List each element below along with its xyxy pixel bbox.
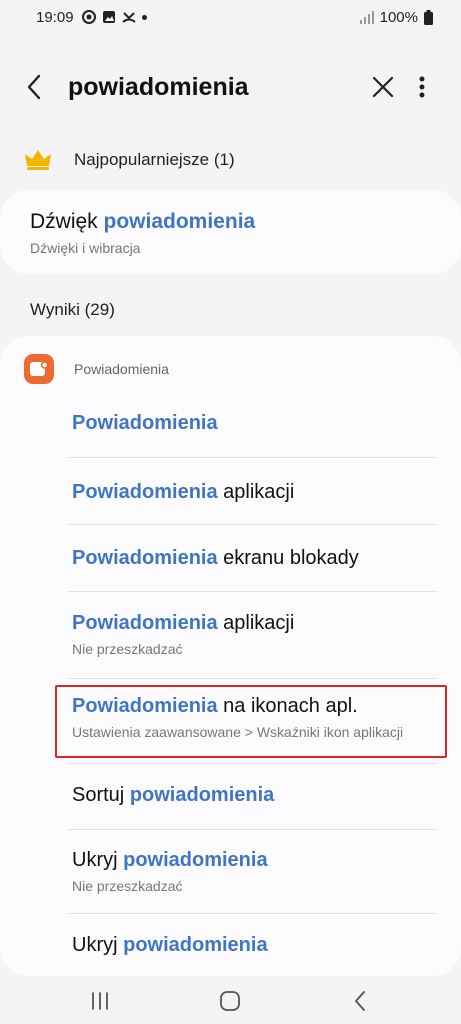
home-button[interactable] — [210, 986, 250, 1016]
notification-bubble-icon — [30, 362, 48, 376]
back-arrow-icon — [27, 74, 41, 100]
notification-icons — [81, 10, 147, 24]
popular-result-card[interactable]: Dźwięk powiadomienia Dźwięki i wibracja — [0, 190, 461, 274]
nav-back-icon — [355, 991, 365, 1011]
results-header: Wyniki (29) — [30, 300, 115, 319]
result-title-prefix: Ukryj — [72, 849, 124, 871]
divider — [68, 829, 438, 830]
status-bar: 19:09 100% — [0, 0, 461, 34]
result-item[interactable]: Powiadomienia ekranu blokady — [72, 547, 438, 570]
result-title-highlight: powiadomienia — [123, 849, 268, 871]
more-vert-icon — [419, 76, 425, 98]
result-title-highlight: Powiadomienia — [72, 612, 218, 634]
divider — [68, 678, 438, 679]
status-time: 19:09 — [36, 8, 74, 26]
battery-level: 100% — [379, 8, 418, 26]
popular-result-subtitle: Dźwięki i wibracja — [30, 240, 141, 256]
popular-result-title: Dźwięk powiadomienia — [30, 210, 255, 234]
result-title-rest: aplikacji — [217, 612, 295, 634]
result-item-highlighted[interactable]: Powiadomienia na ikonach apl. Ustawienia… — [72, 695, 438, 740]
sync-icon — [81, 10, 96, 24]
popular-header: Najpopularniejsze (1) — [24, 148, 235, 172]
missed-call-icon — [121, 12, 136, 23]
popular-result-title-highlight: powiadomienia — [103, 210, 256, 233]
result-item[interactable]: Powiadomienia — [72, 412, 438, 435]
result-title-highlight: Powiadomienia — [72, 481, 218, 503]
result-item[interactable]: Powiadomienia aplikacji — [72, 481, 438, 504]
result-title-rest: na ikonach apl. — [217, 695, 358, 717]
search-bar: powiadomienia — [0, 58, 461, 116]
section-header: Powiadomienia — [24, 354, 169, 384]
signal-icon — [359, 10, 374, 24]
navigation-bar — [0, 976, 461, 1024]
result-subtitle: Ustawienia zaawansowane > Wskaźniki ikon… — [72, 724, 404, 740]
divider — [68, 457, 438, 458]
result-item[interactable]: Ukryj powiadomienia Nie przeszkadzać — [72, 849, 438, 894]
result-subtitle: Nie przeszkadzać — [72, 641, 183, 657]
crown-icon — [25, 150, 51, 170]
divider — [68, 524, 438, 525]
result-title-prefix: Ukryj — [72, 934, 124, 956]
section-label: Powiadomienia — [74, 361, 169, 377]
recent-apps-icon — [92, 992, 108, 1010]
gallery-icon — [102, 11, 115, 23]
result-item[interactable]: Powiadomienia aplikacji Nie przeszkadzać — [72, 612, 438, 657]
result-title-highlight: powiadomienia — [129, 784, 275, 806]
divider — [68, 591, 438, 592]
result-title-rest: ekranu blokady — [217, 547, 359, 569]
result-item[interactable]: Sortuj powiadomienia — [72, 784, 438, 807]
result-title-rest: aplikacji — [217, 481, 295, 503]
search-input[interactable]: powiadomienia — [68, 73, 249, 102]
clear-search-button[interactable] — [368, 72, 398, 102]
more-notifications-icon — [141, 14, 147, 20]
battery-icon — [424, 9, 433, 25]
divider — [68, 763, 438, 764]
results-card: Powiadomienia Powiadomienia Powiadomieni… — [0, 336, 461, 976]
recent-apps-button[interactable] — [80, 986, 120, 1016]
more-options-button[interactable] — [410, 72, 434, 102]
nav-back-button[interactable] — [340, 986, 380, 1016]
back-button[interactable] — [20, 72, 48, 102]
result-title-highlight: Powiadomienia — [72, 547, 218, 569]
popular-result-title-plain: Dźwięk — [30, 210, 104, 233]
result-title-highlight: Powiadomienia — [72, 695, 218, 717]
home-icon — [220, 991, 240, 1011]
result-item[interactable]: Ukryj powiadomienia — [72, 934, 438, 957]
result-title-prefix: Sortuj — [72, 784, 130, 806]
popular-title: Najpopularniejsze (1) — [74, 150, 235, 169]
notifications-app-icon — [24, 354, 54, 384]
close-icon — [372, 76, 394, 98]
result-subtitle: Nie przeszkadzać — [72, 878, 183, 894]
divider — [68, 913, 438, 914]
result-title-highlight: Powiadomienia — [72, 412, 218, 434]
result-title-highlight: powiadomienia — [123, 934, 268, 956]
